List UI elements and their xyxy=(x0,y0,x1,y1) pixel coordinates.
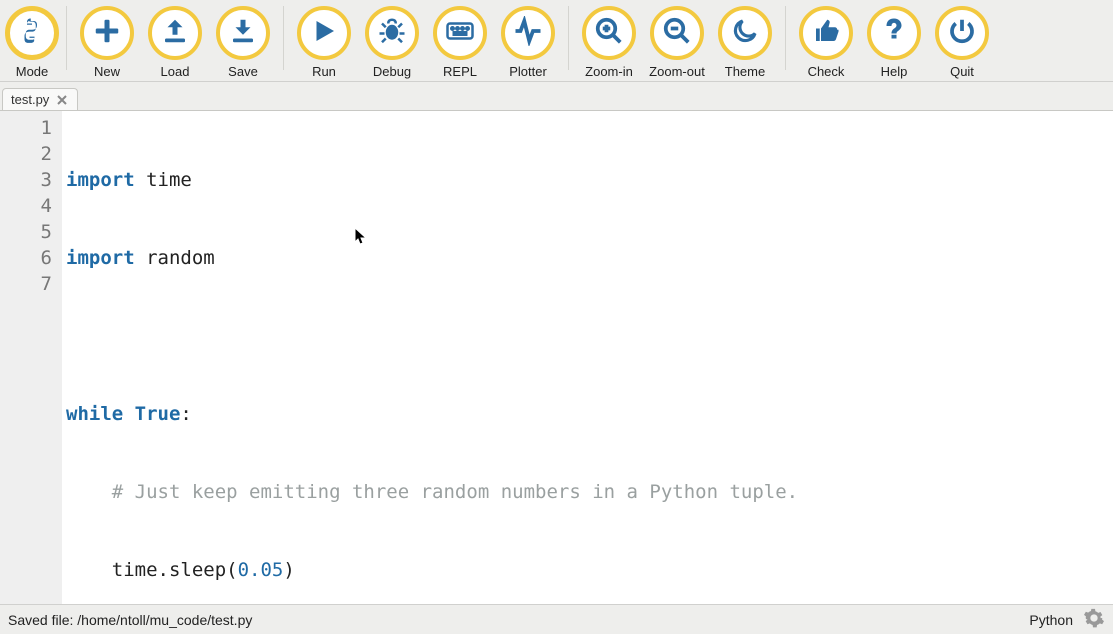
mode-icon xyxy=(17,16,47,51)
code-line: time.sleep(0.05) xyxy=(66,557,1050,583)
power-icon xyxy=(947,16,977,51)
code-line: # Just keep emitting three random number… xyxy=(66,479,1050,505)
close-icon[interactable] xyxy=(55,93,69,107)
toolbar-separator xyxy=(283,6,284,70)
code-line: import random xyxy=(66,245,1050,271)
code-line xyxy=(66,323,1050,349)
gear-icon xyxy=(1083,607,1105,632)
quit-button[interactable]: Quit xyxy=(928,6,996,79)
mode-label: Mode xyxy=(16,64,49,79)
help-icon xyxy=(879,16,909,51)
tab-file[interactable]: test.py xyxy=(2,88,78,110)
load-label: Load xyxy=(161,64,190,79)
plotter-button[interactable]: Plotter xyxy=(494,6,562,79)
check-label: Check xyxy=(808,64,845,79)
run-button[interactable]: Run xyxy=(290,6,358,79)
line-number: 5 xyxy=(0,219,52,245)
mode-button[interactable]: Mode xyxy=(4,6,60,79)
theme-label: Theme xyxy=(725,64,765,79)
tab-label: test.py xyxy=(11,92,49,107)
status-message: Saved file: /home/ntoll/mu_code/test.py xyxy=(8,612,252,628)
check-button[interactable]: Check xyxy=(792,6,860,79)
repl-button[interactable]: REPL xyxy=(426,6,494,79)
save-label: Save xyxy=(228,64,258,79)
status-bar: Saved file: /home/ntoll/mu_code/test.py … xyxy=(0,604,1113,634)
zoom-out-label: Zoom-out xyxy=(649,64,705,79)
new-label: New xyxy=(94,64,120,79)
toolbar-separator xyxy=(785,6,786,70)
code-line: import time xyxy=(66,167,1050,193)
status-mode: Python xyxy=(1029,612,1073,628)
line-number: 4 xyxy=(0,193,52,219)
code-editor[interactable]: 1 2 3 4 5 6 7 import time import random … xyxy=(0,110,1113,604)
line-number: 3 xyxy=(0,167,52,193)
quit-label: Quit xyxy=(950,64,974,79)
toolbar: Mode New Load Save Run xyxy=(0,0,1113,82)
line-number: 6 xyxy=(0,245,52,271)
zoom-out-button[interactable]: Zoom-out xyxy=(643,6,711,79)
play-icon xyxy=(309,16,339,51)
zoom-in-label: Zoom-in xyxy=(585,64,633,79)
theme-button[interactable]: Theme xyxy=(711,6,779,79)
new-button[interactable]: New xyxy=(73,6,141,79)
line-number: 7 xyxy=(0,271,52,297)
plus-icon xyxy=(92,16,122,51)
moon-icon xyxy=(730,16,760,51)
zoom-in-button[interactable]: Zoom-in xyxy=(575,6,643,79)
help-button[interactable]: Help xyxy=(860,6,928,79)
upload-icon xyxy=(160,16,190,51)
toolbar-separator xyxy=(568,6,569,70)
app-window: Mode New Load Save Run xyxy=(0,0,1113,634)
help-label: Help xyxy=(881,64,908,79)
thumbs-up-icon xyxy=(811,16,841,51)
zoom-in-icon xyxy=(594,16,624,51)
bug-icon xyxy=(377,16,407,51)
zoom-out-icon xyxy=(662,16,692,51)
settings-button[interactable] xyxy=(1083,609,1105,631)
debug-label: Debug xyxy=(373,64,411,79)
toolbar-separator xyxy=(66,6,67,70)
activity-icon xyxy=(513,16,543,51)
plotter-label: Plotter xyxy=(509,64,547,79)
line-number: 1 xyxy=(0,115,52,141)
run-label: Run xyxy=(312,64,336,79)
line-number: 2 xyxy=(0,141,52,167)
cursor-icon xyxy=(354,227,368,245)
load-button[interactable]: Load xyxy=(141,6,209,79)
save-button[interactable]: Save xyxy=(209,6,277,79)
keyboard-icon xyxy=(445,16,475,51)
tab-bar: test.py xyxy=(0,82,1113,110)
debug-button[interactable]: Debug xyxy=(358,6,426,79)
download-icon xyxy=(228,16,258,51)
repl-label: REPL xyxy=(443,64,477,79)
code-line: while True: xyxy=(66,401,1050,427)
line-number-gutter: 1 2 3 4 5 6 7 xyxy=(0,111,62,604)
code-content[interactable]: import time import random while True: # … xyxy=(62,111,1050,604)
